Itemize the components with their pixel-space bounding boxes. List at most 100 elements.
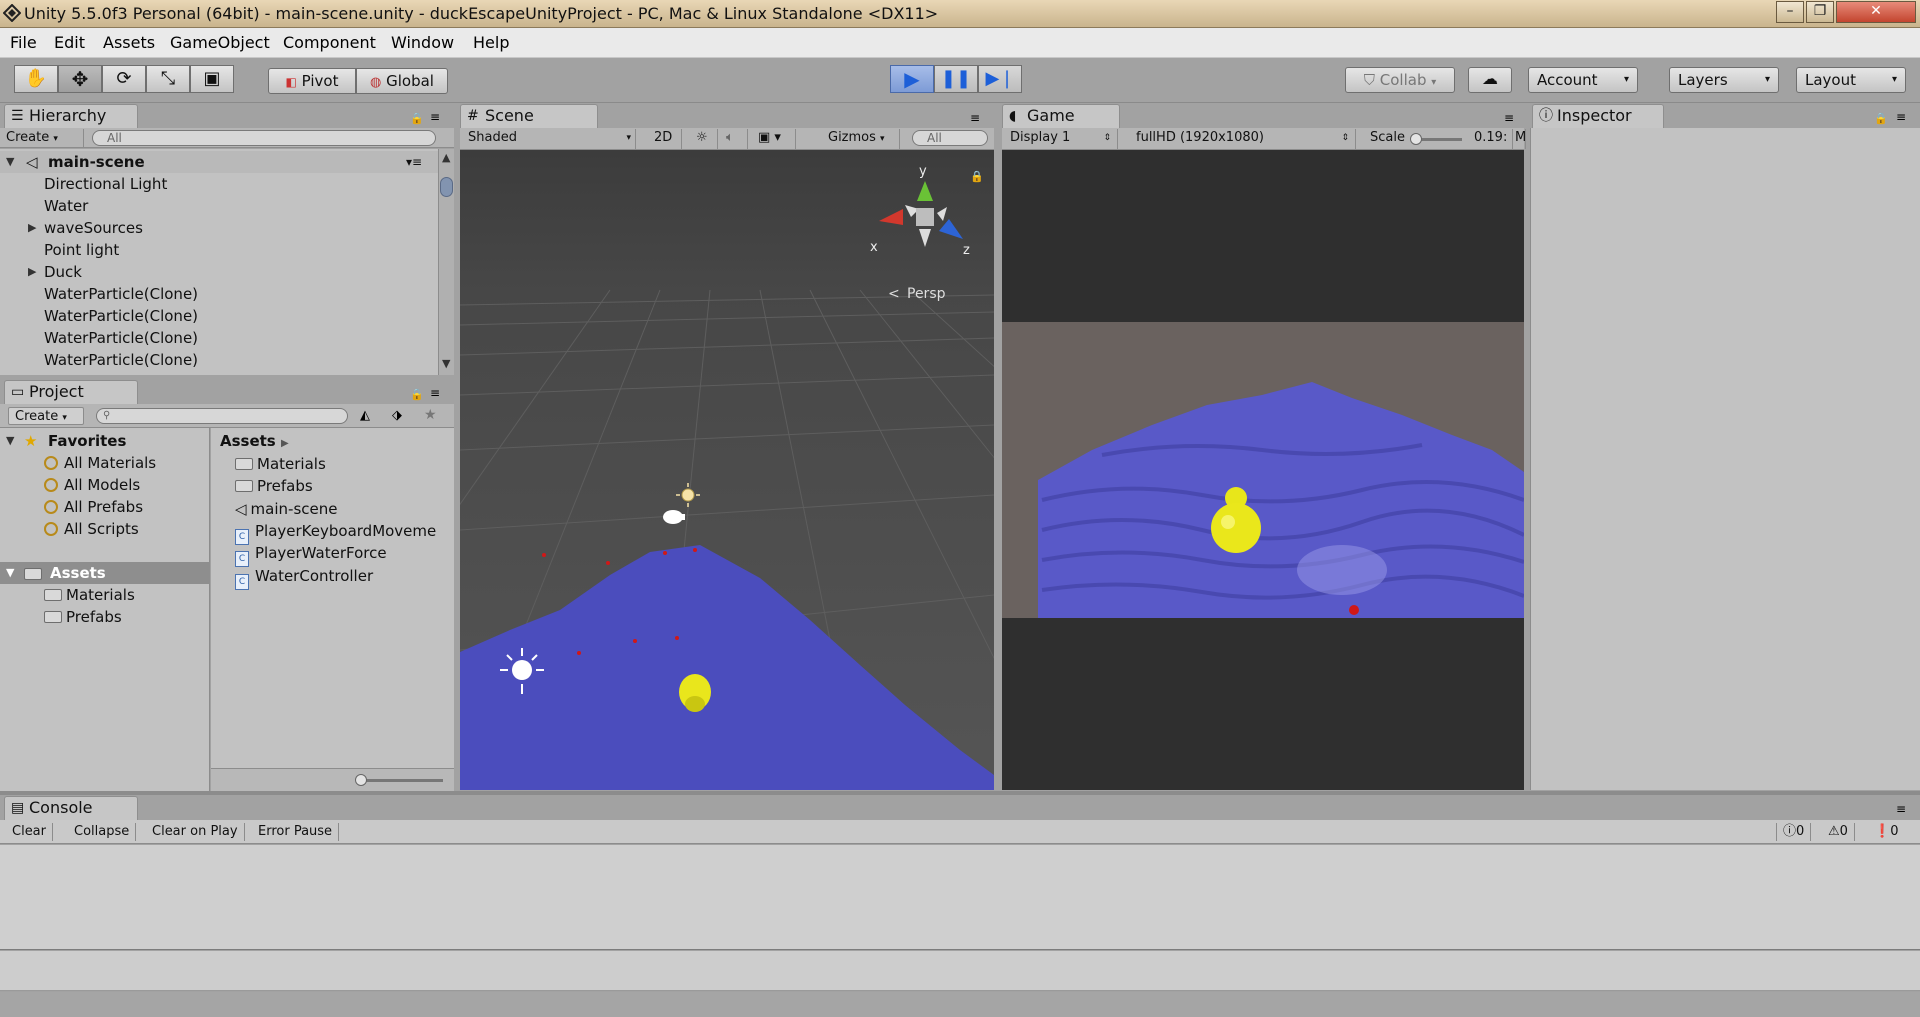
scene-menu-icon[interactable]: ▾≡ <box>406 151 422 173</box>
favorite-item[interactable]: All Models <box>44 474 140 496</box>
hand-tool-button[interactable]: ✋ <box>14 65 58 93</box>
asset-item[interactable]: C WaterController <box>235 565 373 590</box>
tab-scene[interactable]: # Scene <box>460 104 598 128</box>
menu-assets[interactable]: Assets <box>103 33 155 52</box>
label-tag-icon[interactable]: ⬗ <box>392 408 402 423</box>
panel-divider[interactable] <box>0 791 1920 795</box>
error-count-toggle[interactable]: ❗0 <box>1868 823 1904 841</box>
layers-dropdown[interactable]: Layers ▾ <box>1669 67 1779 93</box>
project-search-input[interactable]: ⚲ <box>96 408 348 424</box>
tab-inspector[interactable]: ⓘ Inspector <box>1532 104 1664 128</box>
console-log-area[interactable] <box>0 845 1920 950</box>
expand-arrow-icon[interactable]: ▶ <box>28 217 36 239</box>
hierarchy-item[interactable]: WaterParticle(Clone) <box>0 349 438 369</box>
hierarchy-item[interactable]: ▶ Duck <box>0 261 438 283</box>
lock-icon[interactable]: 🔒 <box>410 388 424 401</box>
panel-menu-icon[interactable]: ≡ <box>430 386 440 400</box>
maximize-button[interactable]: ❐ <box>1806 1 1834 23</box>
hierarchy-item[interactable]: Water <box>0 195 438 217</box>
filter-type-icon[interactable]: ◭ <box>360 408 370 423</box>
cloud-button[interactable]: ☁ <box>1468 67 1512 93</box>
zoom-slider-thumb[interactable] <box>355 774 367 786</box>
console-clear-button[interactable]: Clear <box>6 823 53 841</box>
star-icon[interactable]: ★ <box>424 407 437 423</box>
2d-toggle[interactable]: 2D <box>646 129 682 149</box>
pause-button[interactable]: ❚❚ <box>934 65 978 93</box>
panel-menu-icon[interactable]: ≡ <box>1504 111 1514 125</box>
asset-item[interactable]: C PlayerKeyboardMoveme <box>235 520 436 545</box>
scene-search-input[interactable]: All <box>912 130 988 146</box>
rect-tool-button[interactable]: ▣ <box>190 65 234 93</box>
maximize-on-play-toggle[interactable]: M <box>1512 129 1526 149</box>
expand-arrow-icon[interactable]: ▼ <box>6 430 14 452</box>
menu-help[interactable]: Help <box>473 33 509 52</box>
project-create-button[interactable]: Create ▾ <box>8 407 84 425</box>
panel-menu-icon[interactable]: ≡ <box>1896 110 1906 124</box>
hierarchy-item[interactable]: WaterParticle(Clone) <box>0 283 438 305</box>
expand-arrow-icon[interactable]: ▼ <box>6 151 14 173</box>
scene-root[interactable]: ▼ ◁ main-scene ▾≡ <box>0 151 438 173</box>
scroll-up-icon[interactable]: ▲ <box>442 151 450 164</box>
menu-component[interactable]: Component <box>283 33 376 52</box>
menu-gameobject[interactable]: GameObject <box>170 33 270 52</box>
lock-icon[interactable]: 🔒 <box>970 170 984 183</box>
resolution-dropdown[interactable]: fullHD (1920x1080) ⇕ <box>1128 129 1356 149</box>
tree-folder[interactable]: Prefabs <box>44 606 122 628</box>
assets-root[interactable]: ▼ Assets <box>0 562 210 584</box>
asset-item[interactable]: C PlayerWaterForce <box>235 542 387 567</box>
move-tool-button[interactable]: ✥ <box>58 65 102 93</box>
scene-effects-dropdown[interactable]: ▣ ▾ <box>750 129 796 149</box>
game-viewport[interactable] <box>1002 150 1524 790</box>
tree-folder[interactable]: Materials <box>44 584 135 606</box>
panel-menu-icon[interactable]: ≡ <box>430 110 440 124</box>
lock-icon[interactable]: 🔒 <box>410 112 424 125</box>
favorites-header[interactable]: ▼ ★ Favorites <box>0 430 210 452</box>
play-button[interactable]: ▶ <box>890 65 934 93</box>
hierarchy-item[interactable]: ▶ waveSources <box>0 217 438 239</box>
menu-window[interactable]: Window <box>391 33 454 52</box>
favorite-item[interactable]: All Scripts <box>44 518 139 540</box>
panel-menu-icon[interactable]: ≡ <box>1896 802 1906 816</box>
tab-console[interactable]: ▤ Console <box>4 796 138 820</box>
step-button[interactable]: ▶❘ <box>978 65 1022 93</box>
zoom-slider-track[interactable] <box>357 779 443 782</box>
menu-file[interactable]: File <box>10 33 37 52</box>
tab-project[interactable]: ▭ Project <box>4 380 138 404</box>
console-collapse-button[interactable]: Collapse <box>68 823 137 841</box>
scene-audio-toggle[interactable]: 🔈︎ <box>718 129 748 149</box>
scene-viewport[interactable]: y x z 🔒 < Persp <box>460 150 994 790</box>
expand-arrow-icon[interactable]: ▼ <box>6 562 14 584</box>
asset-item[interactable]: ◁ main-scene <box>235 498 337 520</box>
lock-icon[interactable]: 🔒 <box>1874 112 1888 125</box>
hierarchy-item[interactable]: Directional Light <box>0 173 438 195</box>
console-clear-on-play-button[interactable]: Clear on Play <box>146 823 245 841</box>
hierarchy-item[interactable]: WaterParticle(Clone) <box>0 305 438 327</box>
projection-label[interactable]: Persp <box>907 286 946 302</box>
pivot-toggle[interactable]: ◧ Pivot <box>268 68 356 94</box>
scroll-thumb[interactable] <box>440 177 453 197</box>
expand-arrow-icon[interactable]: ▶ <box>28 261 36 283</box>
console-error-pause-button[interactable]: Error Pause <box>252 823 340 841</box>
favorite-item[interactable]: All Materials <box>44 452 156 474</box>
hierarchy-search-input[interactable]: All <box>92 130 436 146</box>
asset-item[interactable]: Materials <box>235 453 326 475</box>
layout-dropdown[interactable]: Layout ▾ <box>1796 67 1906 93</box>
account-dropdown[interactable]: Account ▾ <box>1528 67 1638 93</box>
tab-hierarchy[interactable]: ☰ Hierarchy <box>4 104 138 128</box>
scale-slider-thumb[interactable] <box>1410 133 1422 145</box>
gizmos-dropdown[interactable]: Gizmos ▾ <box>820 129 900 149</box>
favorite-item[interactable]: All Prefabs <box>44 496 143 518</box>
collab-dropdown[interactable]: ⛉ Collab ▾ <box>1345 67 1455 93</box>
close-button[interactable]: ✕ <box>1836 1 1916 23</box>
scene-render[interactable]: y x z 🔒 < Persp <box>460 150 994 790</box>
warning-count-toggle[interactable]: ⚠0 <box>1822 823 1855 841</box>
global-toggle[interactable]: ◍ Global <box>356 68 448 94</box>
tab-game[interactable]: ◖ Game <box>1002 104 1120 128</box>
scale-tool-button[interactable]: ⤡ <box>146 65 190 93</box>
display-dropdown[interactable]: Display 1 ⇕ <box>1002 129 1118 149</box>
hierarchy-create-button[interactable]: Create ▾ <box>0 129 84 147</box>
menu-edit[interactable]: Edit <box>54 33 85 52</box>
scroll-down-icon[interactable]: ▼ <box>442 357 450 370</box>
hierarchy-scrollbar[interactable]: ▲ ▼ <box>438 149 454 375</box>
asset-item[interactable]: Prefabs <box>235 475 313 497</box>
